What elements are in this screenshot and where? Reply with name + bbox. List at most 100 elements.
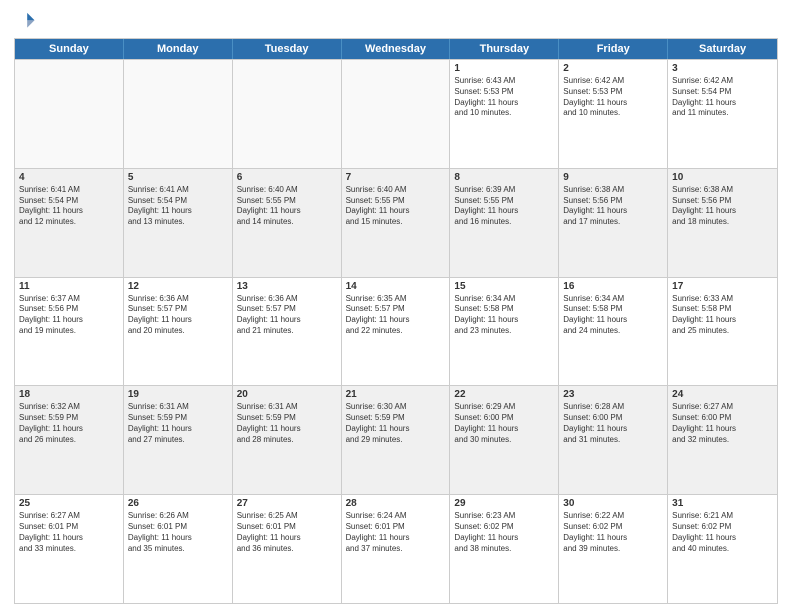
cal-cell bbox=[233, 60, 342, 168]
day-number: 9 bbox=[563, 172, 663, 183]
header-day-monday: Monday bbox=[124, 39, 233, 59]
day-number: 20 bbox=[237, 389, 337, 400]
cal-cell: 20 Sunrise: 6:31 AM Sunset: 5:59 PM Dayli… bbox=[233, 386, 342, 494]
day-number: 31 bbox=[672, 498, 773, 509]
day-number: 5 bbox=[128, 172, 228, 183]
day-info: Sunrise: 6:39 AM Sunset: 5:55 PM Dayligh… bbox=[454, 185, 554, 228]
day-number: 8 bbox=[454, 172, 554, 183]
cal-cell: 25 Sunrise: 6:27 AM Sunset: 6:01 PM Dayli… bbox=[15, 495, 124, 603]
day-info: Sunrise: 6:29 AM Sunset: 6:00 PM Dayligh… bbox=[454, 402, 554, 445]
cal-cell: 2 Sunrise: 6:42 AM Sunset: 5:53 PM Daylig… bbox=[559, 60, 668, 168]
cal-cell: 14Sunrise: 6:35 AM Sunset: 5:57 PM Dayli… bbox=[342, 278, 451, 386]
day-info: Sunrise: 6:36 AM Sunset: 5:57 PM Dayligh… bbox=[237, 294, 337, 337]
day-number: 18 bbox=[19, 389, 119, 400]
cal-cell: 19 Sunrise: 6:31 AM Sunset: 5:59 PM Dayli… bbox=[124, 386, 233, 494]
logo-icon bbox=[14, 10, 36, 32]
day-number: 19 bbox=[128, 389, 228, 400]
day-number: 25 bbox=[19, 498, 119, 509]
day-number: 16 bbox=[563, 281, 663, 292]
day-number: 6 bbox=[237, 172, 337, 183]
week-row-5: 25 Sunrise: 6:27 AM Sunset: 6:01 PM Dayli… bbox=[15, 494, 777, 603]
cal-cell: 10Sunrise: 6:38 AM Sunset: 5:56 PM Dayli… bbox=[668, 169, 777, 277]
day-number: 10 bbox=[672, 172, 773, 183]
cal-cell: 15Sunrise: 6:34 AM Sunset: 5:58 PM Dayli… bbox=[450, 278, 559, 386]
header-day-sunday: Sunday bbox=[15, 39, 124, 59]
header-day-saturday: Saturday bbox=[668, 39, 777, 59]
cal-cell: 7Sunrise: 6:40 AM Sunset: 5:55 PM Daylig… bbox=[342, 169, 451, 277]
calendar-body: 1Sunrise: 6:43 AM Sunset: 5:53 PM Daylig… bbox=[15, 59, 777, 603]
day-info: Sunrise: 6:25 AM Sunset: 6:01 PM Dayligh… bbox=[237, 511, 337, 554]
cal-cell: 6 Sunrise: 6:40 AM Sunset: 5:55 PM Daylig… bbox=[233, 169, 342, 277]
day-number: 28 bbox=[346, 498, 446, 509]
cal-cell: 3Sunrise: 6:42 AM Sunset: 5:54 PM Daylig… bbox=[668, 60, 777, 168]
day-info: Sunrise: 6:32 AM Sunset: 5:59 PM Dayligh… bbox=[19, 402, 119, 445]
day-info: Sunrise: 6:26 AM Sunset: 6:01 PM Dayligh… bbox=[128, 511, 228, 554]
day-info: Sunrise: 6:21 AM Sunset: 6:02 PM Dayligh… bbox=[672, 511, 773, 554]
day-info: Sunrise: 6:34 AM Sunset: 5:58 PM Dayligh… bbox=[454, 294, 554, 337]
header bbox=[14, 10, 778, 32]
cal-cell: 24Sunrise: 6:27 AM Sunset: 6:00 PM Dayli… bbox=[668, 386, 777, 494]
day-number: 17 bbox=[672, 281, 773, 292]
cal-cell: 31 Sunrise: 6:21 AM Sunset: 6:02 PM Dayli… bbox=[668, 495, 777, 603]
day-number: 22 bbox=[454, 389, 554, 400]
day-info: Sunrise: 6:36 AM Sunset: 5:57 PM Dayligh… bbox=[128, 294, 228, 337]
day-info: Sunrise: 6:24 AM Sunset: 6:01 PM Dayligh… bbox=[346, 511, 446, 554]
day-info: Sunrise: 6:38 AM Sunset: 5:56 PM Dayligh… bbox=[563, 185, 663, 228]
day-number: 24 bbox=[672, 389, 773, 400]
day-info: Sunrise: 6:34 AM Sunset: 5:58 PM Dayligh… bbox=[563, 294, 663, 337]
cal-cell: 21 Sunrise: 6:30 AM Sunset: 5:59 PM Dayli… bbox=[342, 386, 451, 494]
day-info: Sunrise: 6:30 AM Sunset: 5:59 PM Dayligh… bbox=[346, 402, 446, 445]
day-info: Sunrise: 6:40 AM Sunset: 5:55 PM Dayligh… bbox=[237, 185, 337, 228]
cal-cell bbox=[124, 60, 233, 168]
day-info: Sunrise: 6:27 AM Sunset: 6:01 PM Dayligh… bbox=[19, 511, 119, 554]
cal-cell bbox=[15, 60, 124, 168]
week-row-3: 11Sunrise: 6:37 AM Sunset: 5:56 PM Dayli… bbox=[15, 277, 777, 386]
cal-cell: 8 Sunrise: 6:39 AM Sunset: 5:55 PM Daylig… bbox=[450, 169, 559, 277]
day-number: 27 bbox=[237, 498, 337, 509]
cal-cell: 12 Sunrise: 6:36 AM Sunset: 5:57 PM Dayli… bbox=[124, 278, 233, 386]
cal-cell: 18 Sunrise: 6:32 AM Sunset: 5:59 PM Dayli… bbox=[15, 386, 124, 494]
day-number: 3 bbox=[672, 63, 773, 74]
day-info: Sunrise: 6:41 AM Sunset: 5:54 PM Dayligh… bbox=[128, 185, 228, 228]
cal-cell: 5 Sunrise: 6:41 AM Sunset: 5:54 PM Daylig… bbox=[124, 169, 233, 277]
header-day-tuesday: Tuesday bbox=[233, 39, 342, 59]
cal-cell: 30 Sunrise: 6:22 AM Sunset: 6:02 PM Dayli… bbox=[559, 495, 668, 603]
calendar: SundayMondayTuesdayWednesdayThursdayFrid… bbox=[14, 38, 778, 604]
day-info: Sunrise: 6:33 AM Sunset: 5:58 PM Dayligh… bbox=[672, 294, 773, 337]
day-info: Sunrise: 6:37 AM Sunset: 5:56 PM Dayligh… bbox=[19, 294, 119, 337]
cal-cell: 17 Sunrise: 6:33 AM Sunset: 5:58 PM Dayli… bbox=[668, 278, 777, 386]
day-info: Sunrise: 6:23 AM Sunset: 6:02 PM Dayligh… bbox=[454, 511, 554, 554]
day-number: 21 bbox=[346, 389, 446, 400]
header-day-wednesday: Wednesday bbox=[342, 39, 451, 59]
cal-cell: 4 Sunrise: 6:41 AM Sunset: 5:54 PM Daylig… bbox=[15, 169, 124, 277]
cal-cell: 13 Sunrise: 6:36 AM Sunset: 5:57 PM Dayli… bbox=[233, 278, 342, 386]
day-info: Sunrise: 6:22 AM Sunset: 6:02 PM Dayligh… bbox=[563, 511, 663, 554]
calendar-header-row: SundayMondayTuesdayWednesdayThursdayFrid… bbox=[15, 39, 777, 59]
header-day-friday: Friday bbox=[559, 39, 668, 59]
day-number: 4 bbox=[19, 172, 119, 183]
cal-cell bbox=[342, 60, 451, 168]
day-number: 13 bbox=[237, 281, 337, 292]
cal-cell: 23 Sunrise: 6:28 AM Sunset: 6:00 PM Dayli… bbox=[559, 386, 668, 494]
day-info: Sunrise: 6:28 AM Sunset: 6:00 PM Dayligh… bbox=[563, 402, 663, 445]
cal-cell: 29 Sunrise: 6:23 AM Sunset: 6:02 PM Dayli… bbox=[450, 495, 559, 603]
day-info: Sunrise: 6:35 AM Sunset: 5:57 PM Dayligh… bbox=[346, 294, 446, 337]
day-info: Sunrise: 6:31 AM Sunset: 5:59 PM Dayligh… bbox=[237, 402, 337, 445]
day-number: 29 bbox=[454, 498, 554, 509]
day-number: 2 bbox=[563, 63, 663, 74]
day-info: Sunrise: 6:42 AM Sunset: 5:53 PM Dayligh… bbox=[563, 76, 663, 119]
cal-cell: 27 Sunrise: 6:25 AM Sunset: 6:01 PM Dayli… bbox=[233, 495, 342, 603]
day-number: 30 bbox=[563, 498, 663, 509]
cal-cell: 9 Sunrise: 6:38 AM Sunset: 5:56 PM Daylig… bbox=[559, 169, 668, 277]
cal-cell: 1Sunrise: 6:43 AM Sunset: 5:53 PM Daylig… bbox=[450, 60, 559, 168]
day-number: 26 bbox=[128, 498, 228, 509]
week-row-2: 4 Sunrise: 6:41 AM Sunset: 5:54 PM Daylig… bbox=[15, 168, 777, 277]
header-day-thursday: Thursday bbox=[450, 39, 559, 59]
day-number: 12 bbox=[128, 281, 228, 292]
day-number: 23 bbox=[563, 389, 663, 400]
day-number: 7 bbox=[346, 172, 446, 183]
day-info: Sunrise: 6:31 AM Sunset: 5:59 PM Dayligh… bbox=[128, 402, 228, 445]
week-row-1: 1Sunrise: 6:43 AM Sunset: 5:53 PM Daylig… bbox=[15, 59, 777, 168]
page: SundayMondayTuesdayWednesdayThursdayFrid… bbox=[0, 0, 792, 612]
day-info: Sunrise: 6:41 AM Sunset: 5:54 PM Dayligh… bbox=[19, 185, 119, 228]
